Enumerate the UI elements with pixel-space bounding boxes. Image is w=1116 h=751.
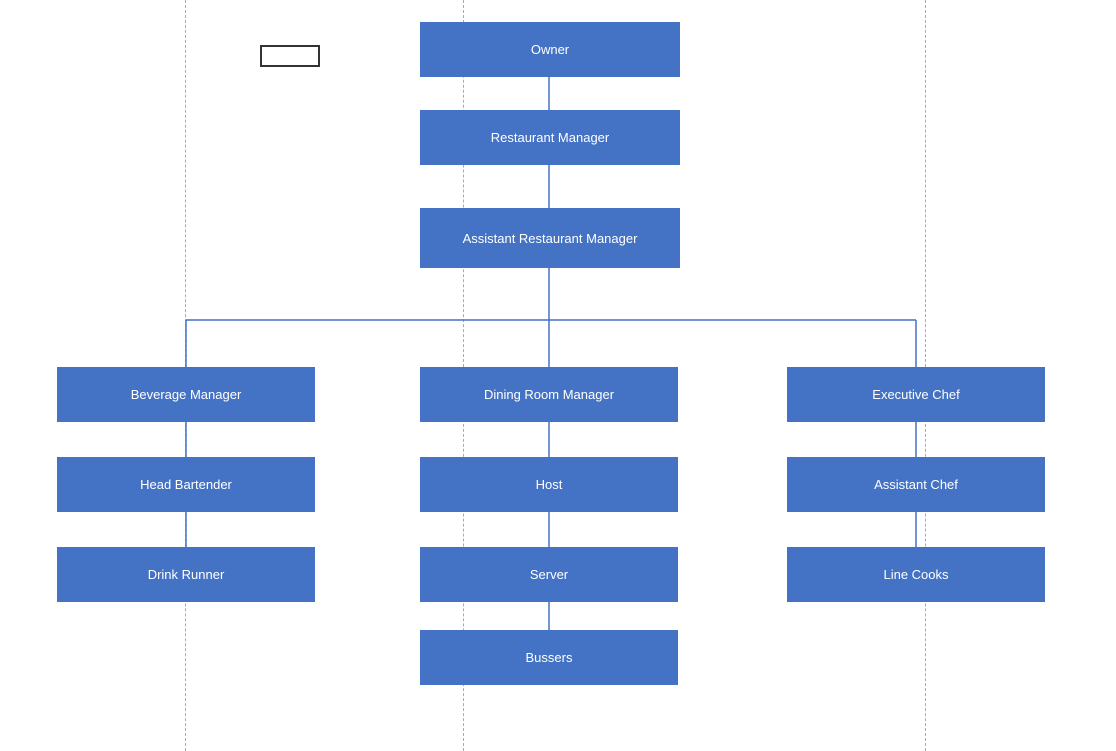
box-server[interactable]: Server	[420, 547, 678, 602]
box-bussers-label: Bussers	[526, 650, 573, 665]
box-owner[interactable]: Owner	[420, 22, 680, 77]
box-dining-room-manager[interactable]: Dining Room Manager	[420, 367, 678, 422]
box-executive-chef[interactable]: Executive Chef	[787, 367, 1045, 422]
box-executive-chef-label: Executive Chef	[872, 387, 959, 402]
box-assistant-restaurant-manager-label: Assistant Restaurant Manager	[463, 231, 638, 246]
box-server-label: Server	[530, 567, 568, 582]
box-dining-room-manager-label: Dining Room Manager	[484, 387, 614, 402]
box-assistant-chef-label: Assistant Chef	[874, 477, 958, 492]
box-restaurant-manager[interactable]: Restaurant Manager	[420, 110, 680, 165]
box-drink-runner[interactable]: Drink Runner	[57, 547, 315, 602]
box-line-cooks[interactable]: Line Cooks	[787, 547, 1045, 602]
box-restaurant-manager-label: Restaurant Manager	[491, 130, 610, 145]
box-beverage-manager[interactable]: Beverage Manager	[57, 367, 315, 422]
box-beverage-manager-label: Beverage Manager	[131, 387, 242, 402]
box-assistant-chef[interactable]: Assistant Chef	[787, 457, 1045, 512]
box-head-bartender[interactable]: Head Bartender	[57, 457, 315, 512]
box-bussers[interactable]: Bussers	[420, 630, 678, 685]
box-assistant-restaurant-manager[interactable]: Assistant Restaurant Manager	[420, 208, 680, 268]
org-chart: Owner Restaurant Manager Assistant Resta…	[0, 0, 1116, 751]
box-drink-runner-label: Drink Runner	[148, 567, 225, 582]
box-host-label: Host	[536, 477, 563, 492]
selection-rectangle[interactable]	[260, 45, 320, 67]
box-line-cooks-label: Line Cooks	[883, 567, 948, 582]
box-host[interactable]: Host	[420, 457, 678, 512]
box-head-bartender-label: Head Bartender	[140, 477, 232, 492]
box-owner-label: Owner	[531, 42, 569, 57]
